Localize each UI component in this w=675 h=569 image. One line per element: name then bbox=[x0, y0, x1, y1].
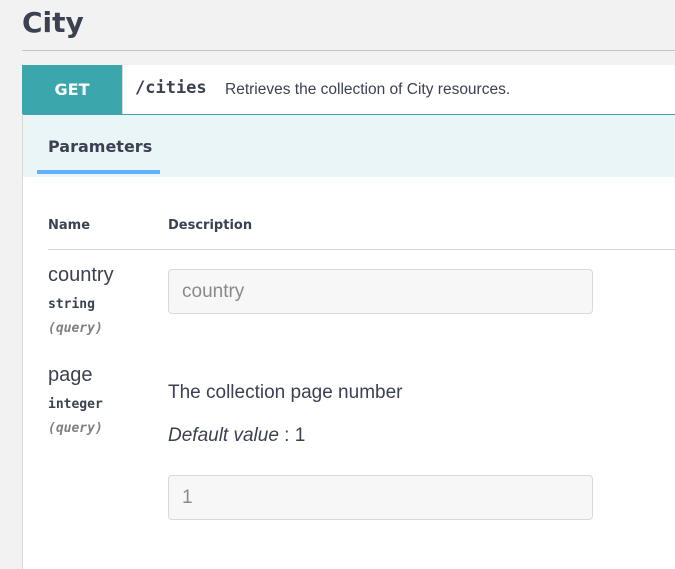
default-value-separator: : bbox=[278, 425, 295, 446]
param-in-country: (query) bbox=[48, 321, 103, 336]
tab-active-underline bbox=[37, 170, 160, 174]
country-input[interactable] bbox=[168, 269, 593, 314]
page-input[interactable] bbox=[168, 475, 593, 520]
param-in-page: (query) bbox=[48, 421, 103, 436]
section-title[interactable]: City bbox=[22, 6, 84, 39]
tab-parameters[interactable]: Parameters bbox=[37, 115, 160, 177]
param-type-country: string bbox=[48, 297, 95, 312]
column-header-description: Description bbox=[168, 218, 253, 233]
method-badge: GET bbox=[22, 65, 123, 114]
param-description-page: The collection page number bbox=[168, 382, 403, 403]
parameters-header: Parameters bbox=[23, 115, 675, 177]
table-header-divider bbox=[48, 249, 675, 250]
param-name-country: country bbox=[48, 264, 114, 286]
param-type-page: integer bbox=[48, 397, 103, 412]
default-value: 1 bbox=[294, 425, 306, 446]
section-divider bbox=[22, 50, 675, 51]
param-default-page: Default value : 1 bbox=[168, 425, 305, 447]
operation-block: GET /cities Retrieves the collection of … bbox=[22, 65, 675, 569]
column-header-name: Name bbox=[48, 218, 91, 233]
default-value-label: Default value bbox=[168, 425, 279, 446]
param-name-page: page bbox=[48, 364, 93, 386]
tab-parameters-label: Parameters bbox=[48, 137, 153, 156]
operation-summary[interactable]: GET /cities Retrieves the collection of … bbox=[22, 65, 675, 115]
operation-path: /cities bbox=[135, 78, 207, 98]
operation-summary-text: Retrieves the collection of City resourc… bbox=[225, 81, 511, 98]
